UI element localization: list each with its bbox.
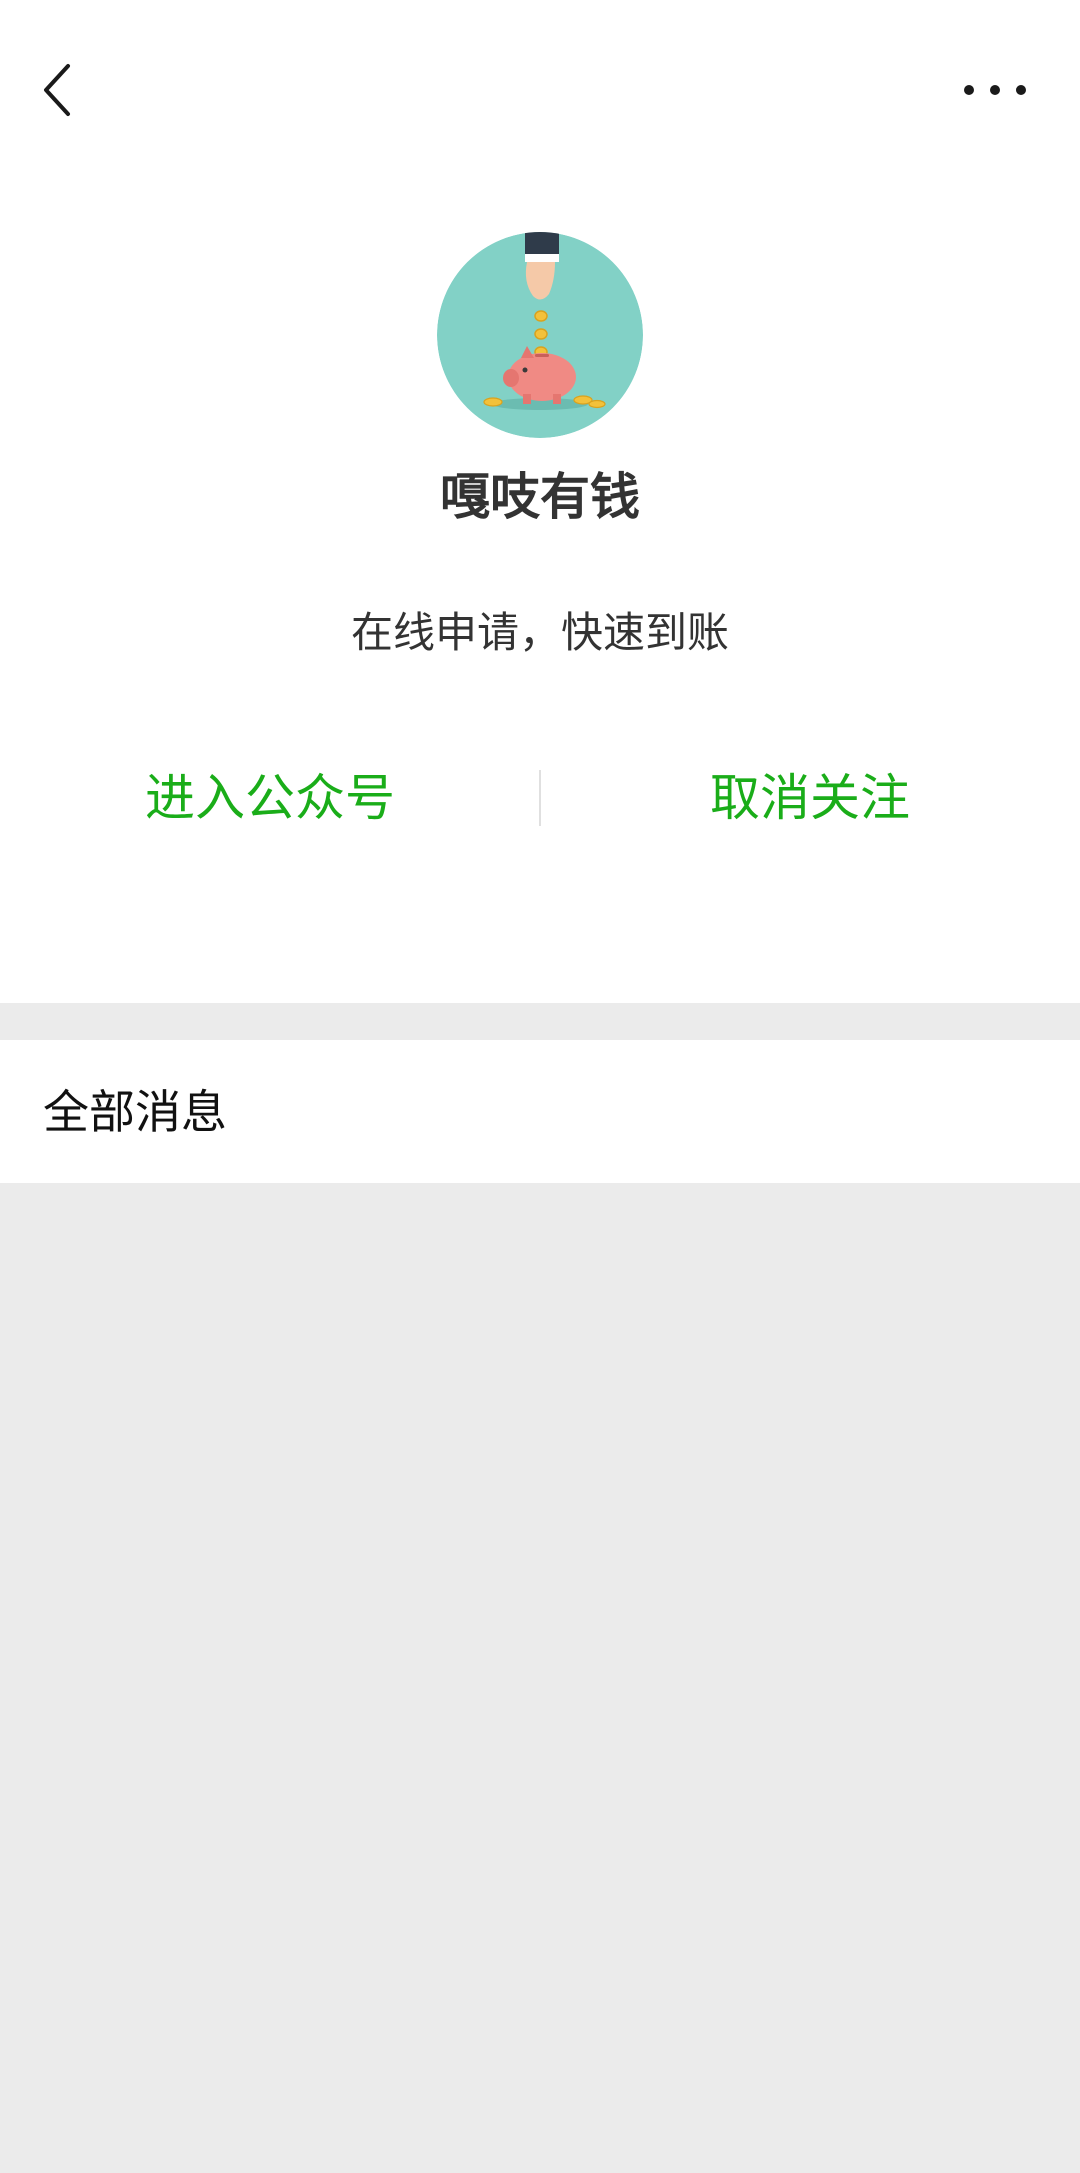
all-messages-row[interactable]: 全部消息 xyxy=(0,1040,1080,1183)
all-messages-title: 全部消息 xyxy=(43,1085,227,1139)
account-name: 嘎吱有钱 xyxy=(440,468,640,526)
chevron-left-icon xyxy=(44,64,70,116)
account-avatar xyxy=(437,232,643,438)
account-profile-section: 嘎吱有钱 在线申请，快速到账 进入公众号 取消关注 xyxy=(0,0,1080,1003)
back-button[interactable] xyxy=(38,60,78,120)
piggy-bank-icon xyxy=(437,232,643,438)
account-description: 在线申请，快速到账 xyxy=(350,608,729,657)
more-button[interactable] xyxy=(960,70,1030,110)
more-dots-icon xyxy=(964,85,1026,95)
unfollow-button[interactable]: 取消关注 xyxy=(540,760,1080,836)
enter-account-button[interactable]: 进入公众号 xyxy=(0,760,540,836)
